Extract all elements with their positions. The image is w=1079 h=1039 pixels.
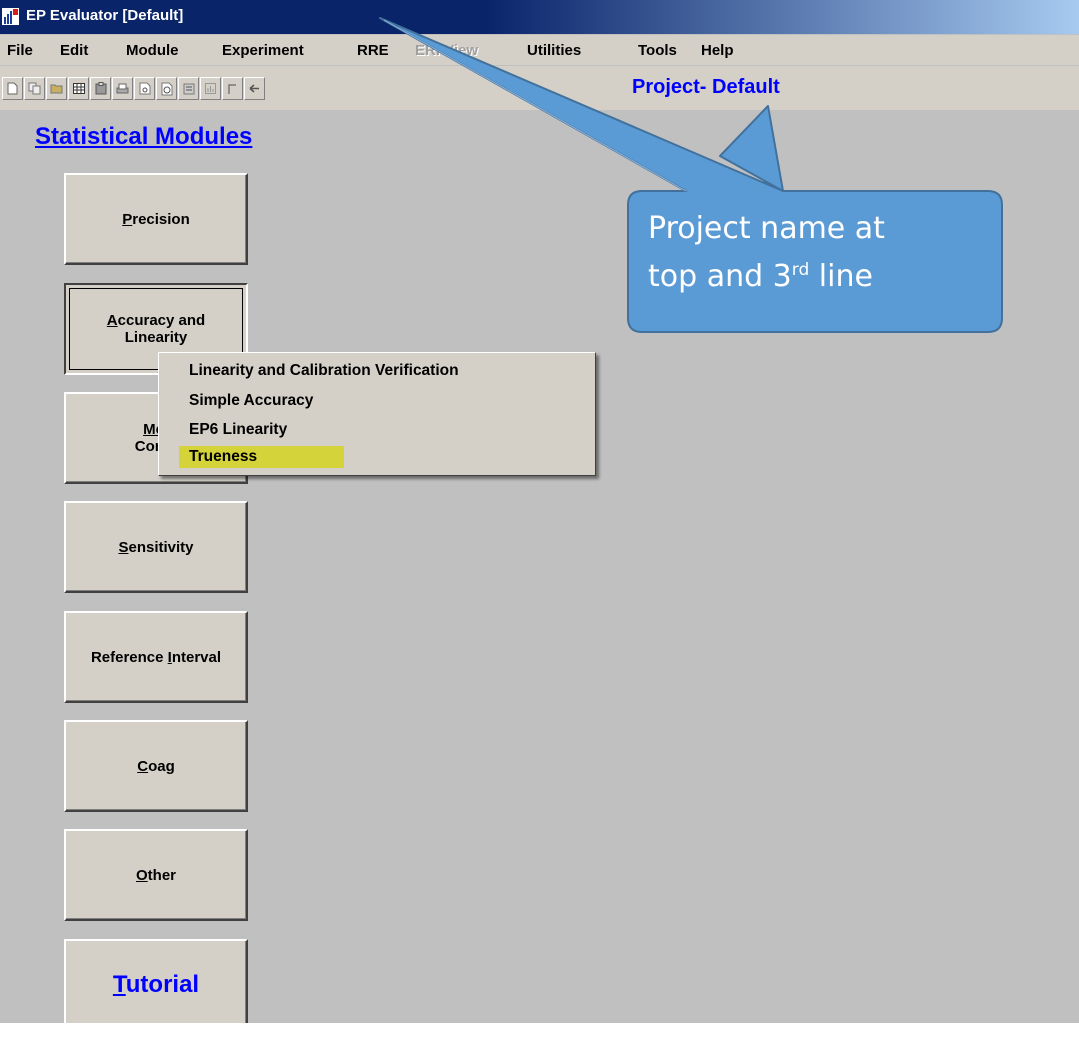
callout-line-2: top and 3rd line <box>648 259 873 294</box>
callout-line-1: Project name at <box>648 211 885 246</box>
app-window: EP Evaluator [Default] File Edit Module … <box>0 0 1079 1023</box>
callout-text: Project name at top and 3rd line <box>648 205 988 301</box>
callout-pointer-highlight <box>383 19 687 192</box>
callout-annotation <box>379 17 1003 333</box>
